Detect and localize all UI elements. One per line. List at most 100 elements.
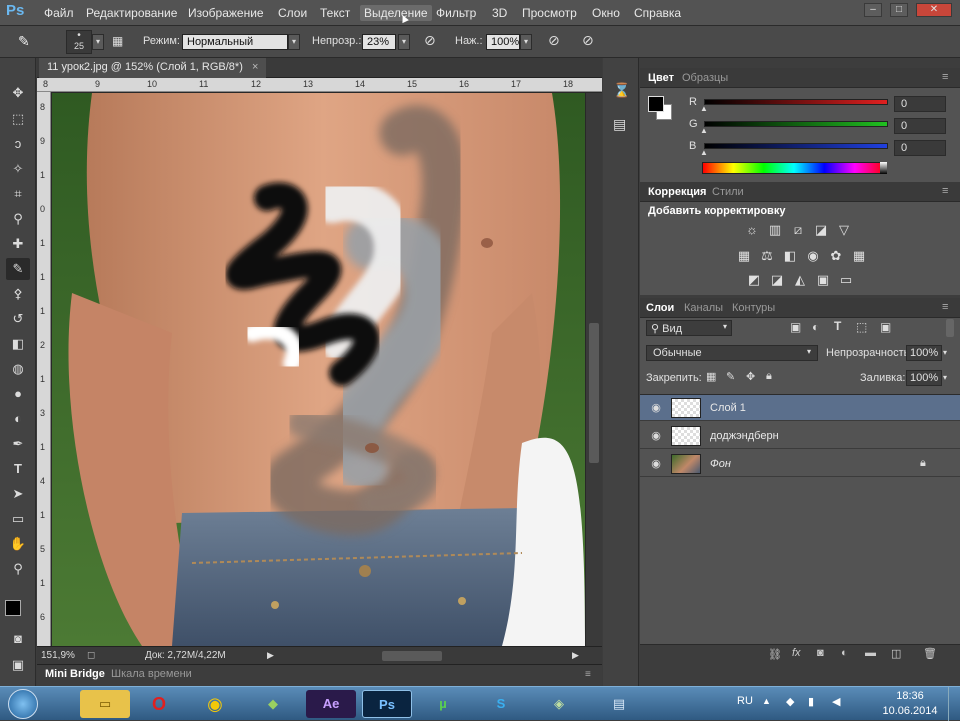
fill-dropdown-icon[interactable]: ▾	[943, 370, 955, 386]
channel-slider[interactable]	[704, 143, 888, 149]
adjust-panel-menu-icon[interactable]: ≡	[942, 185, 948, 197]
tray-volume-icon[interactable]: ◀	[832, 695, 840, 708]
quick-mask-icon[interactable]: ◙	[6, 628, 30, 650]
panel-menu-icon[interactable]: ≡	[585, 669, 591, 680]
vertical-scrollbar[interactable]	[586, 93, 602, 646]
blur-tool-icon[interactable]: ●	[6, 383, 30, 405]
brush-preset-picker[interactable]: • 25	[66, 30, 92, 54]
healing-brush-tool-icon[interactable]: ✚	[6, 233, 30, 255]
menu-item[interactable]: Слои	[274, 5, 311, 21]
brush-tool-icon[interactable]: ✎	[6, 258, 30, 280]
image-canvas[interactable]	[52, 93, 585, 646]
filter-toggle[interactable]	[946, 319, 954, 337]
opacity-dropdown-icon[interactable]: ▾	[398, 34, 410, 50]
vibrance-triangle-icon[interactable]: ▽	[836, 222, 852, 238]
menu-item[interactable]: Текст	[316, 5, 354, 21]
photoshop-taskbar-icon[interactable]: Ps	[362, 690, 412, 718]
move-tool-icon[interactable]: ✥	[6, 82, 30, 104]
color-lookup-icon[interactable]: ▦	[851, 248, 867, 264]
airbrush-icon[interactable]: ⊘	[548, 32, 560, 49]
invert-icon[interactable]: ◩	[746, 272, 762, 288]
layer-row[interactable]: ◉ доджэндберн	[640, 423, 960, 449]
layer-row[interactable]: ◉ Фон 🔒︎	[640, 451, 960, 477]
pen-tool-icon[interactable]: ✒	[6, 433, 30, 455]
brush-tool-icon[interactable]: ✎	[18, 33, 30, 50]
screen-mode-icon[interactable]: ▣	[6, 654, 30, 676]
threshold-icon[interactable]: ◭	[792, 272, 808, 288]
foreground-color-swatch[interactable]	[5, 600, 21, 616]
flow-input[interactable]: 100%	[486, 34, 520, 50]
hand-tool-icon[interactable]: ✋	[6, 533, 30, 555]
zoom-tool-icon[interactable]: ⚲	[6, 558, 30, 580]
document-tab-close-icon[interactable]: ×	[252, 61, 258, 73]
tab-styles[interactable]: Стили	[712, 186, 744, 198]
brightness-icon[interactable]: ☼	[744, 222, 760, 238]
levels-icon[interactable]: ▥	[767, 222, 783, 238]
properties-panel-icon[interactable]: ▤	[613, 116, 626, 133]
pressure-size-icon[interactable]: ⊘	[582, 32, 594, 49]
new-group-icon[interactable]: ▬	[865, 647, 876, 659]
link-layers-icon[interactable]: ⛓	[768, 648, 782, 661]
tab-paths[interactable]: Контуры	[732, 302, 775, 314]
spectrum-bw[interactable]	[880, 162, 887, 174]
channel-slider-thumb[interactable]: ▲	[700, 126, 708, 135]
tray-arrow-icon[interactable]: ▲	[762, 696, 771, 706]
status-preview-icon[interactable]: ◻	[87, 650, 95, 661]
chrome-taskbar-icon[interactable]: ◉	[190, 690, 240, 718]
menu-item[interactable]: Редактирование	[82, 5, 181, 21]
color-spectrum-bar[interactable]	[702, 162, 886, 174]
minimize-button[interactable]: –	[864, 3, 882, 17]
layer-name[interactable]: Слой 1	[710, 402, 746, 414]
type-tool-icon[interactable]: T	[6, 458, 30, 480]
path-select-tool-icon[interactable]: ➤	[6, 483, 30, 505]
clone-stamp-tool-icon[interactable]: ⚴	[6, 283, 30, 305]
add-mask-icon[interactable]: ◙	[817, 647, 824, 659]
lasso-tool-icon[interactable]: ↄ	[6, 133, 30, 155]
channel-value-input[interactable]: 0	[894, 140, 946, 156]
show-desktop-button[interactable]	[948, 687, 960, 721]
tab-channels[interactable]: Каналы	[684, 302, 723, 314]
utorrent-taskbar-icon[interactable]: µ	[418, 690, 468, 718]
channel-slider-thumb[interactable]: ▲	[700, 148, 708, 157]
tab-color[interactable]: Цвет	[648, 72, 674, 84]
gradient-map-icon[interactable]: ▭	[838, 272, 854, 288]
fx-icon[interactable]: fx	[792, 647, 801, 659]
dodge-tool-icon[interactable]: ◐	[6, 408, 30, 430]
tray-app-icon[interactable]: ◆	[786, 695, 794, 708]
tab-layers[interactable]: Слои	[646, 302, 674, 314]
foreground-swatch[interactable]	[648, 96, 664, 112]
new-adjustment-icon[interactable]: ◐	[841, 647, 848, 659]
visibility-eye-icon[interactable]: ◉	[649, 457, 663, 471]
history-panel-icon[interactable]: ⌛	[613, 82, 630, 99]
menu-item[interactable]: Просмотр	[518, 5, 581, 21]
explorer-taskbar-icon[interactable]: ▭	[80, 690, 130, 718]
tab-mini-bridge[interactable]: Mini Bridge	[45, 668, 105, 680]
lock-transparent-icon[interactable]: ▦	[706, 370, 716, 383]
clock-date[interactable]: 10.06.2014	[880, 705, 940, 717]
layer-opacity-input[interactable]: 100%	[906, 345, 942, 361]
new-layer-icon[interactable]: ◫	[891, 647, 901, 660]
window-taskbar-icon[interactable]: ▤	[594, 690, 644, 718]
eraser-tool-icon[interactable]: ◧	[6, 333, 30, 355]
filter-shape-icon[interactable]: ⬚	[856, 320, 867, 334]
color-panel-menu-icon[interactable]: ≡	[942, 71, 948, 83]
menu-item[interactable]: Файл	[40, 5, 78, 21]
close-button[interactable]: ✕	[916, 3, 952, 17]
selective-color-icon[interactable]: ▣	[815, 272, 831, 288]
visibility-eye-icon[interactable]: ◉	[649, 429, 663, 443]
vertical-scroll-thumb[interactable]	[589, 323, 599, 463]
opera-taskbar-icon[interactable]: O	[134, 690, 184, 718]
visibility-eye-icon[interactable]: ◉	[649, 401, 663, 415]
app-taskbar-icon[interactable]: ◆	[248, 690, 298, 718]
hue-saturation-icon[interactable]: ▦	[736, 248, 752, 264]
lock-position-icon[interactable]: ✥	[746, 370, 755, 383]
exposure-icon[interactable]: ◪	[813, 222, 829, 238]
layer-name[interactable]: Фон	[710, 458, 731, 470]
posterize-icon[interactable]: ◪	[769, 272, 785, 288]
mode-dropdown-icon[interactable]: ▾	[288, 34, 300, 50]
pressure-opacity-icon[interactable]: ⊘	[424, 32, 436, 49]
status-menu-arrow-icon[interactable]: ▶	[267, 650, 274, 661]
opacity-input[interactable]: 23%	[362, 34, 396, 50]
quick-select-tool-icon[interactable]: ✧	[6, 158, 30, 180]
flow-dropdown-icon[interactable]: ▾	[520, 34, 532, 50]
